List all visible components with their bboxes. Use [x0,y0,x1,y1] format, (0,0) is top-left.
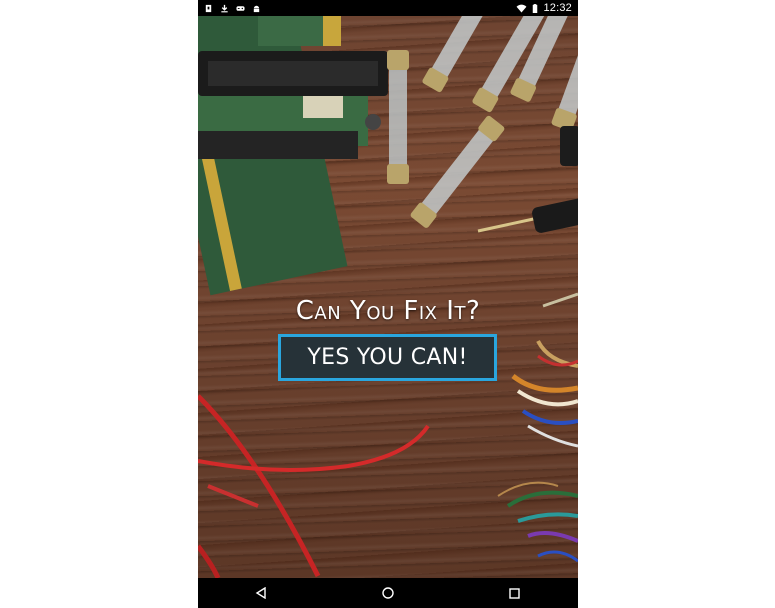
recents-button[interactable] [495,578,535,608]
navigation-bar [198,578,578,608]
yes-you-can-button[interactable]: YES YOU CAN! [278,334,497,381]
gamepad-icon [236,5,245,11]
notification-icon [205,4,212,12]
wifi-icon [517,4,527,13]
download-icon [221,4,228,12]
back-button[interactable] [241,578,281,608]
status-time: 12:32 [543,2,572,14]
back-icon [256,587,267,599]
home-icon [382,587,394,599]
battery-icon [533,3,538,13]
android-icon [253,5,260,12]
recents-icon [509,587,520,599]
headline-title: Can You Fix It? [295,296,481,326]
phone-screen: 12:32 Can You Fix It? YES YOU CAN! [198,0,578,608]
background-photo: Can You Fix It? YES YOU CAN! [198,16,578,578]
home-button[interactable] [368,578,408,608]
status-bar: 12:32 [198,0,578,16]
